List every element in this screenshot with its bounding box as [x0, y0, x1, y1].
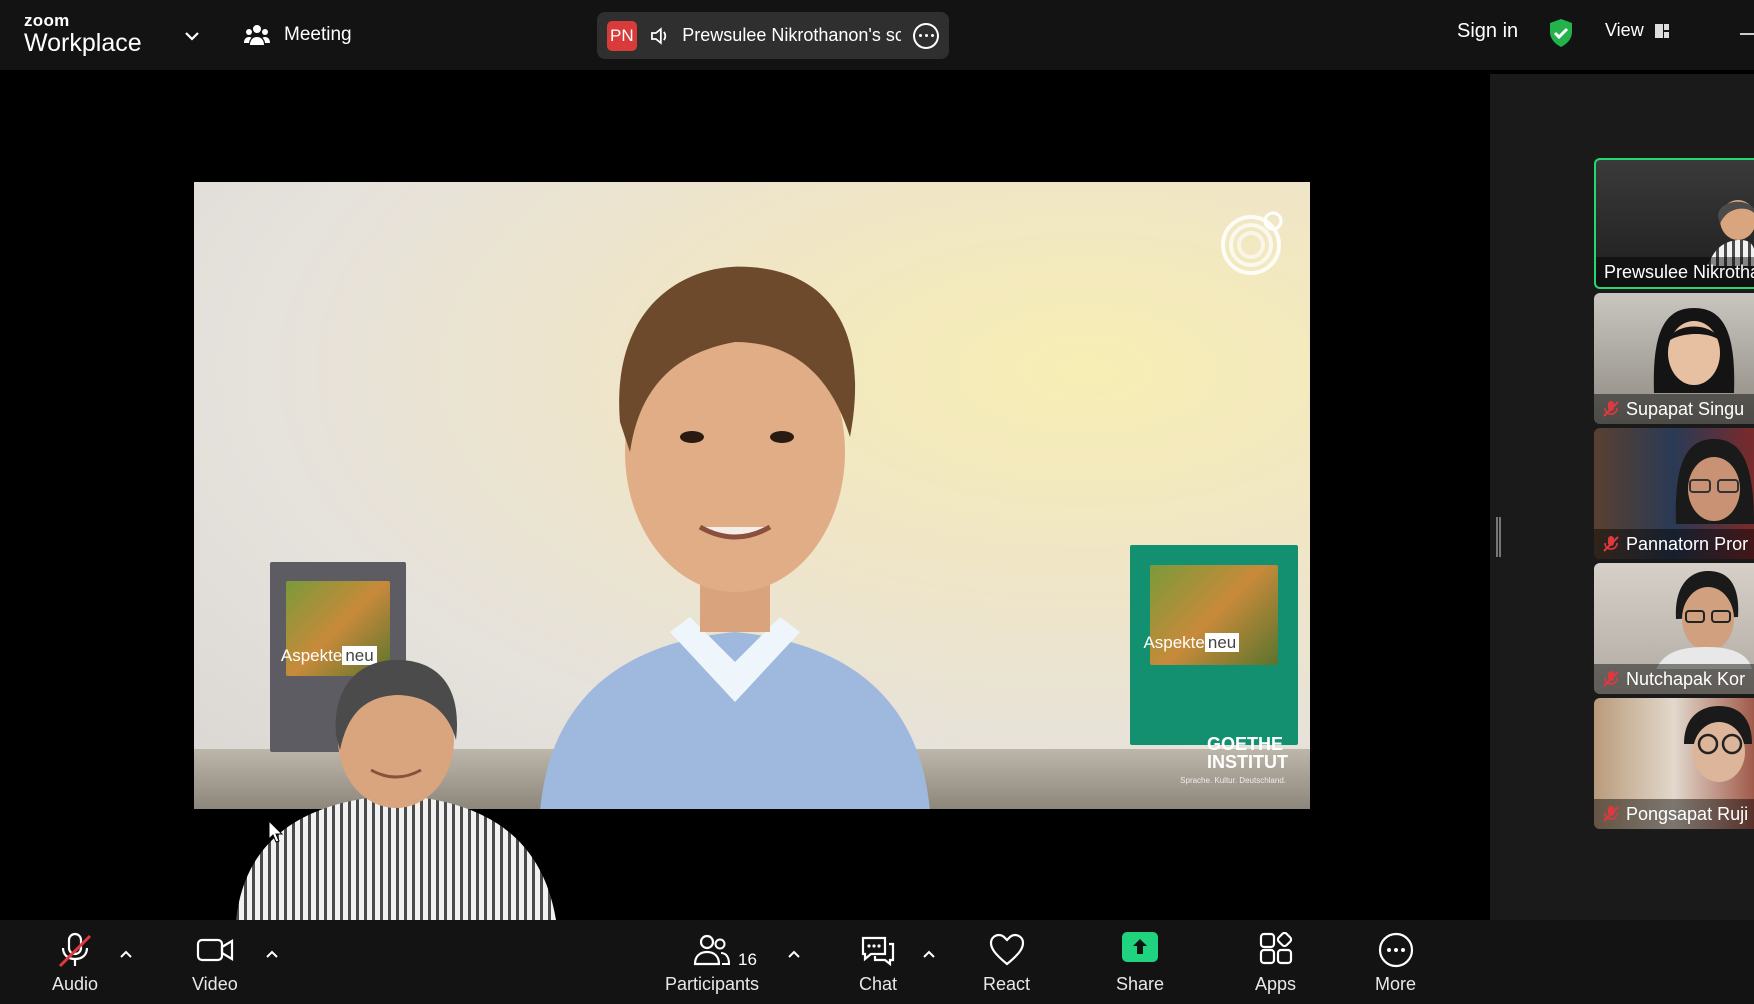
book-right: Aspekte neu — [1130, 545, 1298, 745]
encryption-shield-icon[interactable] — [1547, 18, 1575, 48]
react-label: React — [983, 974, 1031, 994]
participant-thumbnail — [1653, 308, 1735, 393]
video-camera-icon — [196, 938, 233, 962]
muted-microphone-icon — [58, 932, 92, 968]
presenter-initials-badge: PN — [607, 20, 637, 51]
top-bar: zoom Workplace Meeting PN Prewsulee Nikr… — [0, 0, 1754, 70]
more-button[interactable]: More — [1375, 932, 1416, 995]
view-layout-icon — [1654, 23, 1669, 38]
participant-name: Pongsapat Ruji — [1594, 799, 1754, 829]
goethe-tagline: Sprache. Kultur. Deutschland. — [1180, 776, 1286, 785]
chat-button[interactable]: Chat — [859, 932, 897, 995]
video-label: Video — [192, 974, 238, 994]
audio-label: Audio — [52, 974, 99, 994]
video-options-caret-icon[interactable] — [264, 948, 280, 960]
share-indicator-text: Prewsulee Nikrothanon's scr — [682, 25, 902, 45]
participant-name: Pannatorn Pror — [1594, 529, 1754, 559]
audio-options-caret-icon[interactable] — [118, 948, 134, 960]
zoom-workplace-logo[interactable]: zoom Workplace — [24, 12, 142, 56]
participant-name: Nutchapak Kor — [1594, 664, 1754, 694]
apps-button[interactable]: Apps — [1255, 932, 1296, 995]
participant-tile[interactable]: Prewsulee Nikrothanon — [1594, 158, 1754, 289]
meeting-menu-button[interactable]: Meeting — [244, 18, 352, 52]
participant-tile[interactable]: Pongsapat Ruji — [1594, 698, 1754, 829]
panel-resize-handle[interactable] — [1496, 517, 1501, 557]
window-minimize-icon[interactable] — [1740, 33, 1754, 35]
goethe-logo-icon — [1221, 211, 1283, 275]
participants-options-caret-icon[interactable] — [786, 948, 802, 960]
meeting-toolbar: Audio Video Participants 16 Chat React S… — [0, 920, 1754, 1004]
participant-tile[interactable]: Nutchapak Kor — [1594, 563, 1754, 694]
participants-count: 16 — [738, 950, 757, 969]
participant-thumbnail — [1684, 706, 1752, 782]
chat-options-caret-icon[interactable] — [921, 948, 937, 960]
participant-name: Prewsulee Nikrothanon — [1596, 257, 1754, 287]
chevron-down-icon[interactable] — [180, 24, 204, 48]
share-screen-icon — [1122, 932, 1159, 962]
speaker-person — [540, 266, 930, 809]
muted-mic-icon — [1603, 401, 1619, 417]
participant-tile[interactable]: Supapat Singu — [1594, 293, 1754, 424]
apps-icon — [1259, 932, 1292, 965]
mouse-cursor-icon — [268, 820, 284, 843]
presenter-overlay — [236, 659, 556, 920]
participant-thumbnail — [1656, 571, 1752, 669]
meeting-icon — [244, 25, 270, 45]
heart-icon — [989, 933, 1024, 966]
participant-tile[interactable]: Pannatorn Pror — [1594, 428, 1754, 559]
book-right-title: Aspekte neu — [1143, 633, 1240, 653]
muted-mic-icon — [1603, 671, 1619, 687]
video-button[interactable]: Video — [192, 932, 238, 995]
participant-thumbnail — [1675, 439, 1754, 524]
muted-mic-icon — [1603, 536, 1619, 552]
screen-share-indicator[interactable]: PN Prewsulee Nikrothanon's scr — [597, 12, 949, 59]
participant-thumbnail — [1708, 200, 1754, 266]
brand-workplace-text: Workplace — [24, 29, 142, 57]
more-options-icon[interactable] — [913, 22, 939, 49]
more-icon — [1378, 932, 1413, 968]
meeting-label: Meeting — [284, 24, 352, 45]
goethe-institut-wordmark: GOETHE INSTITUT — [1207, 734, 1288, 772]
audio-button[interactable]: Audio — [52, 932, 98, 995]
view-label: View — [1605, 20, 1644, 40]
participants-icon — [693, 934, 731, 966]
view-menu-button[interactable]: View — [1605, 20, 1670, 41]
apps-label: Apps — [1255, 974, 1297, 994]
speaker-icon[interactable] — [649, 25, 671, 47]
chat-label: Chat — [859, 974, 898, 994]
participant-name: Supapat Singu — [1594, 394, 1754, 424]
react-button[interactable]: React — [983, 932, 1030, 995]
share-button[interactable]: Share — [1116, 932, 1164, 995]
participants-label: Participants — [665, 974, 760, 994]
brand-zoom-text: zoom — [24, 11, 70, 30]
more-label: More — [1375, 974, 1417, 994]
sign-in-link[interactable]: Sign in — [1457, 20, 1518, 43]
muted-mic-icon — [1603, 806, 1619, 822]
share-label: Share — [1116, 974, 1165, 994]
chat-bubble-icon — [861, 936, 895, 967]
